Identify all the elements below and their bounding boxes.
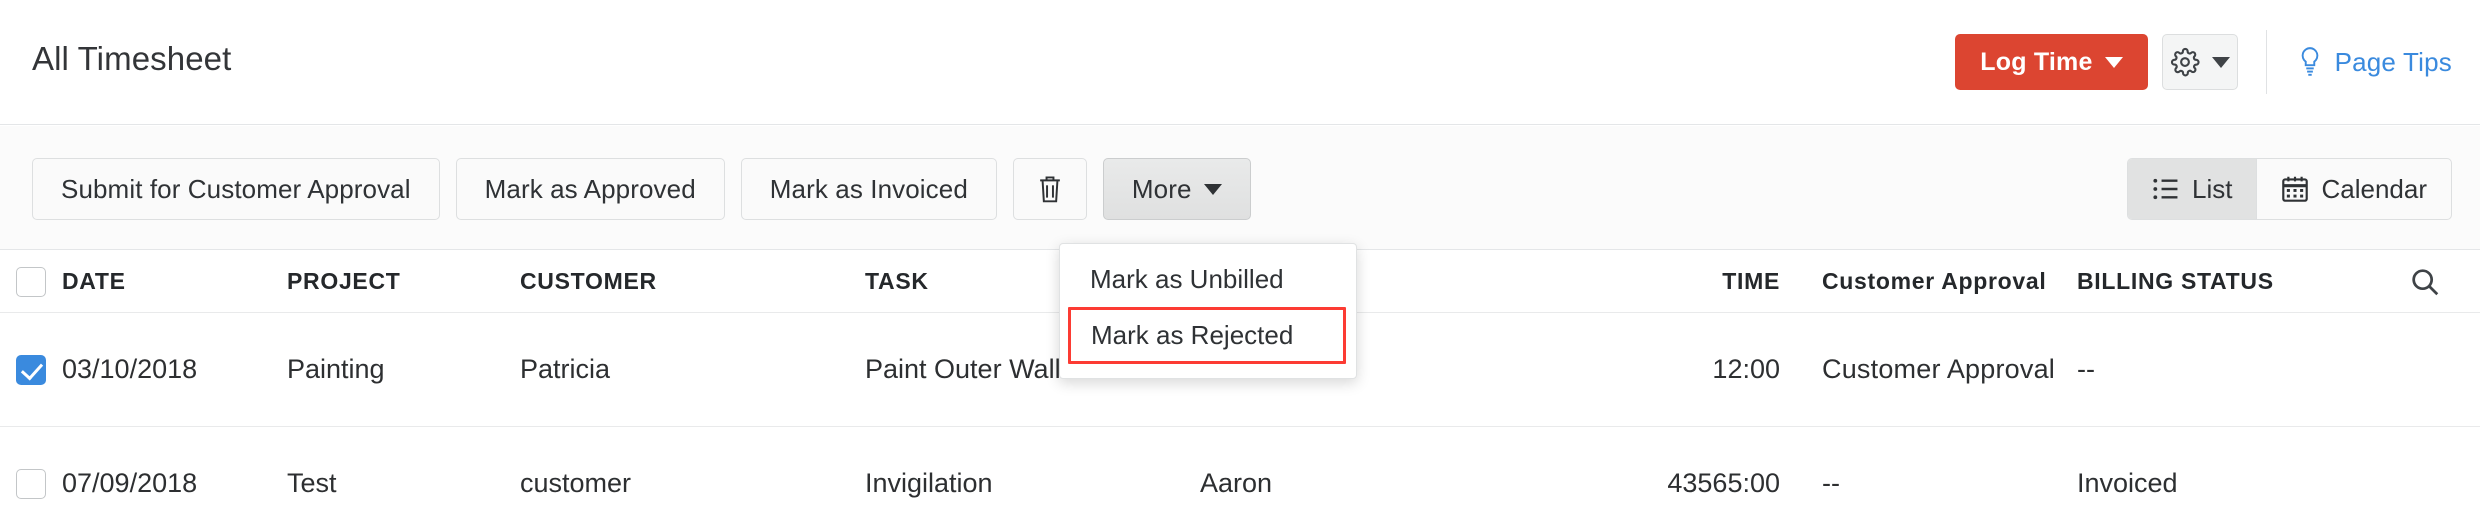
button-label: Submit for Customer Approval [61, 173, 411, 204]
select-all-cell [0, 266, 62, 297]
table-search-cell [2337, 267, 2480, 297]
page-title: All Timesheet [32, 40, 232, 77]
cell-billing-status: -- [2077, 354, 2095, 384]
chevron-down-icon [1203, 183, 1222, 195]
chevron-down-icon [2104, 56, 2123, 68]
cell-customer: Patricia [520, 354, 611, 384]
view-mode-switch: List Calendar [2127, 158, 2452, 220]
cell-time: 43565:00 [1667, 468, 1780, 498]
select-all-checkbox[interactable] [16, 266, 46, 297]
row-checkbox[interactable] [16, 354, 46, 385]
mark-as-invoiced-button[interactable]: Mark as Invoiced [740, 158, 997, 220]
header-actions: Log Time Page Tips [1955, 30, 2452, 94]
column-header-customer-approval[interactable]: Customer Approval [1780, 268, 2077, 295]
gear-icon [2170, 47, 2200, 77]
cell-project-link[interactable]: Test [287, 468, 520, 499]
log-time-label: Log Time [1980, 47, 2093, 76]
list-icon [2152, 177, 2180, 201]
trash-icon [1036, 173, 1064, 205]
chevron-down-icon [2211, 56, 2230, 68]
cell-date: 07/09/2018 [62, 468, 198, 498]
more-button[interactable]: More [1102, 158, 1251, 220]
view-mode-list-label: List [2192, 173, 2233, 204]
row-checkbox[interactable] [16, 468, 46, 499]
cell-customer: customer [520, 468, 632, 498]
log-time-button[interactable]: Log Time [1955, 34, 2148, 90]
cell-project-link[interactable]: Painting [287, 354, 520, 385]
toolbar-actions: Submit for Customer Approval Mark as App… [32, 158, 1251, 220]
search-icon[interactable] [2410, 267, 2440, 297]
column-header-time[interactable]: TIME [1590, 268, 1780, 295]
more-dropdown-menu: Mark as Unbilled Mark as Rejected [1059, 243, 1357, 379]
column-header-date[interactable]: DATE [62, 268, 287, 295]
settings-button[interactable] [2161, 34, 2238, 90]
menu-item-mark-as-unbilled[interactable]: Mark as Unbilled [1060, 254, 1356, 305]
column-header-project[interactable]: PROJECT [287, 268, 520, 295]
page-tips-label: Page Tips [2334, 46, 2452, 77]
page-tips-button[interactable]: Page Tips [2297, 46, 2452, 78]
column-header-customer[interactable]: CUSTOMER [520, 268, 865, 295]
cell-date: 03/10/2018 [62, 354, 198, 384]
menu-item-mark-as-rejected[interactable]: Mark as Rejected [1068, 307, 1346, 364]
view-mode-calendar-label: Calendar [2321, 173, 2427, 204]
more-label: More [1131, 173, 1192, 204]
mark-as-approved-button[interactable]: Mark as Approved [455, 158, 725, 220]
calendar-icon [2281, 175, 2309, 203]
cell-customer-approval-status: Customer Approval [1822, 354, 2056, 384]
row-select-cell [0, 354, 62, 385]
timesheet-page: All Timesheet Log Time Page Tips Submit … [0, 0, 2480, 522]
cell-customer-approval-status: -- [1822, 468, 1840, 498]
table-row[interactable]: 07/09/2018 Test customer Invigilation Aa… [0, 427, 2480, 522]
delete-button[interactable] [1012, 158, 1087, 220]
row-select-cell [0, 468, 62, 499]
view-mode-list[interactable]: List [2128, 159, 2257, 219]
cell-billing-status: Invoiced [2077, 468, 2178, 498]
column-header-billing-status[interactable]: BILLING STATUS [2077, 268, 2337, 295]
cell-user: Aaron [1200, 468, 1273, 498]
lightbulb-icon [2297, 46, 2323, 78]
submit-for-customer-approval-button[interactable]: Submit for Customer Approval [32, 158, 440, 220]
cell-time: 12:00 [1712, 354, 1780, 384]
view-mode-calendar[interactable]: Calendar [2256, 159, 2451, 219]
action-toolbar: Submit for Customer Approval Mark as App… [0, 126, 2480, 250]
button-label: Mark as Invoiced [769, 173, 968, 204]
cell-task: Invigilation [865, 468, 993, 498]
page-header: All Timesheet Log Time Page Tips [0, 0, 2480, 125]
button-label: Mark as Approved [484, 173, 696, 204]
header-divider [2265, 30, 2267, 94]
